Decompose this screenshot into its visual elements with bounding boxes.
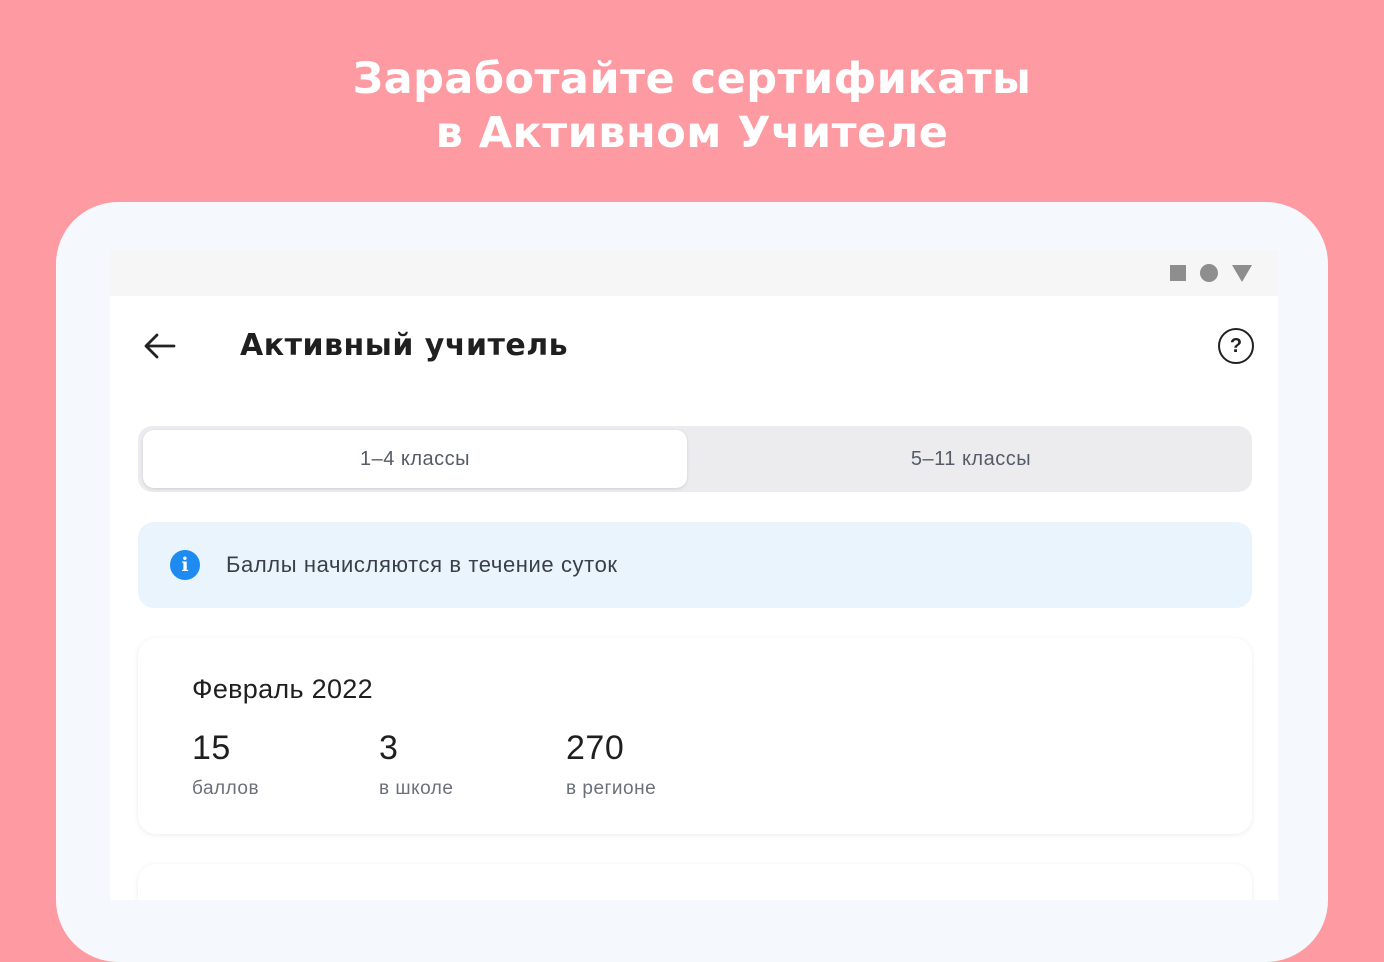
- promo-line-1: Заработайте сертификаты: [352, 54, 1032, 104]
- back-button[interactable]: [140, 326, 180, 366]
- stat-label: баллов: [192, 778, 260, 799]
- stat-label: в школе: [379, 778, 454, 799]
- help-button[interactable]: ?: [1218, 328, 1254, 364]
- grade-tabs: 1–4 классы 5–11 классы: [138, 426, 1252, 492]
- tab-grades-1-4[interactable]: 1–4 классы: [143, 430, 687, 488]
- stat-label: в регионе: [566, 778, 657, 799]
- stats-card[interactable]: Февраль 2022 15 баллов 3 в школе 270 в р…: [138, 638, 1252, 834]
- status-icons: [1170, 264, 1252, 282]
- stat-points: 15 баллов: [192, 728, 259, 800]
- stat-value: 270: [566, 729, 625, 767]
- next-card[interactable]: [138, 864, 1252, 900]
- promo-line-2: в Активном Учителе: [435, 108, 949, 158]
- square-icon: [1170, 265, 1186, 281]
- stat-value: 3: [379, 729, 399, 767]
- help-circle-icon: ?: [1229, 334, 1243, 357]
- tab-grades-5-11[interactable]: 5–11 классы: [694, 430, 1248, 488]
- circle-icon: [1200, 264, 1218, 282]
- arrow-left-icon: [144, 333, 176, 359]
- stat-value: 15: [192, 729, 231, 767]
- info-text: Баллы начисляются в течение суток: [226, 552, 618, 577]
- promo-headline: Заработайте сертификаты в Активном Учите…: [0, 52, 1384, 160]
- triangle-down-icon: [1232, 264, 1252, 282]
- info-banner: i Баллы начисляются в течение суток: [138, 522, 1252, 608]
- stat-region: 270 в регионе: [566, 728, 656, 800]
- app-screen: Активный учитель ? 1–4 классы 5–11 класс…: [110, 296, 1278, 900]
- info-icon: i: [170, 550, 200, 580]
- page-title: Активный учитель: [240, 328, 569, 363]
- stat-school: 3 в школе: [379, 728, 453, 800]
- status-bar: [110, 250, 1278, 296]
- card-month: Февраль 2022: [192, 674, 373, 704]
